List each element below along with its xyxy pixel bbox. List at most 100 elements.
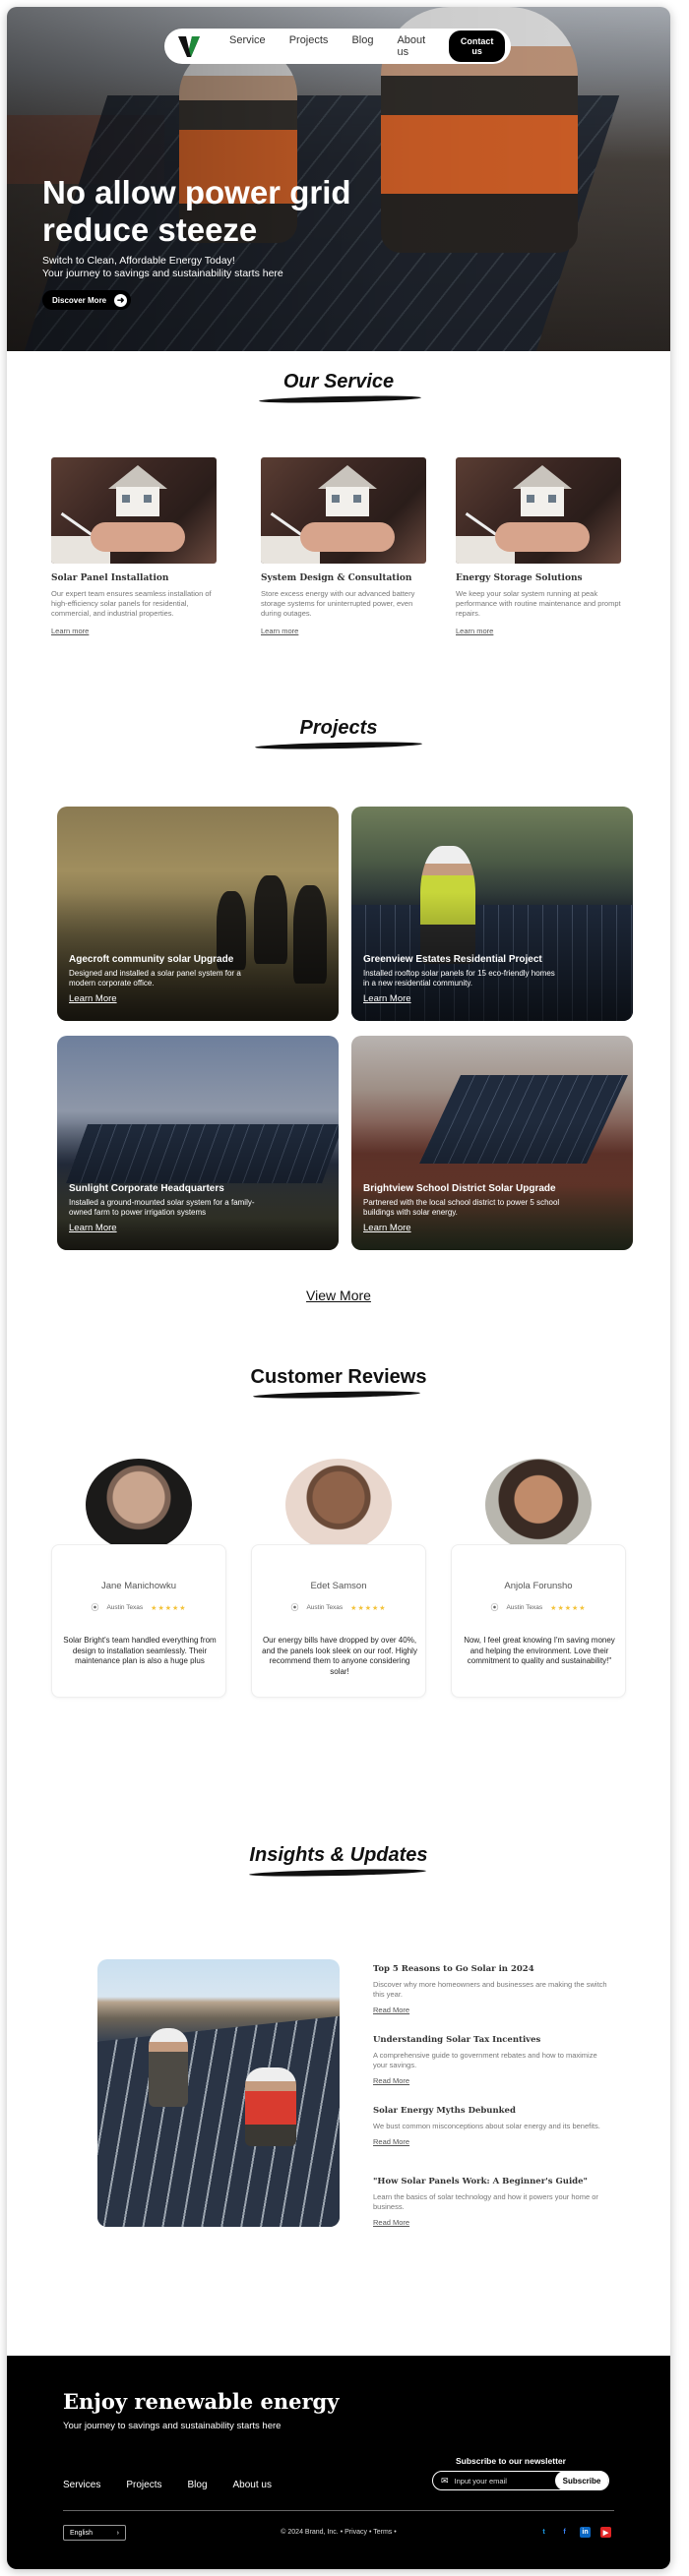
footer-link-projects[interactable]: Projects	[126, 2480, 161, 2490]
page: Service Projects Blog About us Contact u…	[0, 0, 689, 2576]
article-title: Solar Energy Myths Debunked	[373, 2106, 516, 2116]
article-item: Top 5 Reasons to Go Solar in 2024 Discov…	[373, 1964, 609, 2017]
facebook-icon[interactable]: f	[559, 2527, 570, 2538]
arrow-right-icon: ➜	[114, 293, 128, 307]
reviewer-avatar	[285, 1459, 392, 1551]
nav-link-about[interactable]: About us	[397, 34, 425, 58]
service-learn-more-link[interactable]: Learn more	[51, 627, 89, 635]
hero-title: No allow power grid reduce steeze	[42, 174, 351, 248]
reviewer-location: Austin Texas	[306, 1604, 344, 1611]
footer-link-blog[interactable]: Blog	[187, 2480, 207, 2490]
heading-underline	[248, 1868, 427, 1878]
project-learn-more-link[interactable]: Learn More	[69, 1223, 117, 1233]
project-learn-more-link[interactable]: Learn More	[363, 1223, 411, 1233]
project-image-overlay	[57, 807, 339, 1021]
article-read-more-link[interactable]: Read More	[373, 2218, 409, 2227]
hero-subtitle: Switch to Clean, Affordable Energy Today…	[42, 255, 436, 280]
reviewer-avatar	[485, 1459, 592, 1551]
project-card[interactable]: Brightview School District Solar Upgrade…	[351, 1036, 633, 1250]
service-image	[261, 457, 426, 564]
project-title: Greenview Estates Residential Project	[363, 954, 542, 965]
footer-link-about[interactable]: About us	[233, 2480, 272, 2490]
review-text: Our energy bills have dropped by over 40…	[262, 1636, 417, 1676]
location-pin-icon: ⦿	[490, 1603, 499, 1612]
article-summary: We bust common misconceptions about sola…	[373, 2122, 600, 2130]
footer-title: Enjoy renewable energy	[63, 2389, 340, 2414]
discover-more-button[interactable]: Discover More ➜	[42, 290, 132, 310]
subscribe-button[interactable]: Subscribe	[555, 2471, 608, 2490]
review-text: Solar Bright's team handled everything f…	[63, 1636, 217, 1665]
project-learn-more-link[interactable]: Learn More	[363, 993, 411, 1004]
heading-underline	[258, 394, 422, 404]
service-title: Solar Panel Installation	[51, 573, 169, 583]
newsletter-label: Subscribe to our newsletter	[456, 2456, 566, 2466]
nav-link-projects[interactable]: Projects	[289, 34, 329, 58]
services-heading: Our Service	[282, 371, 395, 392]
contact-us-button[interactable]: Contact us	[449, 30, 505, 62]
footer-link-services[interactable]: Services	[63, 2480, 100, 2490]
article-title: Top 5 Reasons to Go Solar in 2024	[373, 1964, 534, 1974]
project-title: Sunlight Corporate Headquarters	[69, 1183, 224, 1194]
review-card: Anjola Forunsho ⦿ Austin Texas ★★★★★ Now…	[451, 1544, 626, 1698]
service-description: Store excess energy with our advanced ba…	[261, 589, 415, 618]
heading-underline	[254, 741, 423, 750]
footer-divider	[63, 2510, 614, 2511]
service-card: Solar Panel Installation Our expert team…	[51, 457, 217, 638]
review-card: Edet Samson ⦿ Austin Texas ★★★★★ Our ene…	[251, 1544, 426, 1698]
review-text: Now, I feel great knowing I'm saving mon…	[464, 1636, 615, 1665]
article-read-more-link[interactable]: Read More	[373, 2006, 409, 2014]
view-more-link[interactable]: View More	[7, 1288, 670, 1303]
service-learn-more-link[interactable]: Learn more	[456, 627, 493, 635]
article-summary: Discover why more homeowners and busines…	[373, 1980, 607, 1999]
hero-subtitle-line: Switch to Clean, Affordable Energy Today…	[42, 255, 235, 267]
article-item: Understanding Solar Tax Incentives A com…	[373, 2035, 609, 2088]
project-description: Partnered with the local school district…	[363, 1198, 560, 1217]
top-navbar: Service Projects Blog About us Contact u…	[164, 29, 511, 64]
discover-more-label: Discover More	[52, 295, 107, 305]
service-image	[51, 457, 217, 564]
project-title: Agecroft community solar Upgrade	[69, 954, 234, 965]
insights-image	[97, 1959, 340, 2227]
article-read-more-link[interactable]: Read More	[373, 2137, 409, 2146]
star-rating: ★★★★★	[151, 1604, 187, 1612]
service-title: Energy Storage Solutions	[456, 573, 583, 583]
service-learn-more-link[interactable]: Learn more	[261, 627, 298, 635]
reviewer-location: Austin Texas	[106, 1604, 144, 1611]
nav-links: Service Projects Blog About us	[229, 34, 449, 58]
project-description: Installed rooftop solar panels for 15 ec…	[363, 969, 555, 988]
brand-logo[interactable]	[176, 33, 202, 59]
newsletter-form: ✉ Subscribe	[432, 2471, 609, 2490]
linkedin-icon[interactable]: in	[580, 2527, 591, 2538]
projects-heading: Projects	[299, 717, 378, 739]
article-read-more-link[interactable]: Read More	[373, 2076, 409, 2085]
reviewer-name: Edet Samson	[310, 1581, 367, 1591]
service-description: Our expert team ensures seamless install…	[51, 589, 212, 618]
hero-section: Service Projects Blog About us Contact u…	[7, 7, 670, 351]
reviewer-name: Jane Manichowku	[100, 1581, 177, 1591]
project-learn-more-link[interactable]: Learn More	[69, 993, 117, 1004]
location-pin-icon: ⦿	[290, 1603, 299, 1612]
twitter-icon[interactable]: t	[538, 2527, 549, 2538]
service-description: We keep your solar system running at pea…	[456, 589, 621, 618]
project-card[interactable]: Sunlight Corporate Headquarters Installe…	[57, 1036, 339, 1250]
project-image-overlay	[351, 1036, 633, 1250]
project-card[interactable]: Greenview Estates Residential Project In…	[351, 807, 633, 1021]
footer: Enjoy renewable energy Your journey to s…	[7, 2356, 670, 2569]
heading-underline	[252, 1390, 421, 1400]
nav-link-blog[interactable]: Blog	[351, 34, 373, 58]
project-card[interactable]: Agecroft community solar Upgrade Designe…	[57, 807, 339, 1021]
star-rating: ★★★★★	[550, 1604, 587, 1612]
nav-link-service[interactable]: Service	[229, 34, 266, 58]
article-item: "How Solar Panels Work: A Beginner's Gui…	[373, 2177, 609, 2230]
review-meta: ⦿ Austin Texas ★★★★★	[252, 1602, 425, 1613]
hero-subtitle-line: Your journey to savings and sustainabili…	[42, 268, 283, 279]
article-summary: Learn the basics of solar technology and…	[373, 2192, 598, 2211]
project-description: Installed a ground-mounted solar system …	[69, 1198, 255, 1217]
reviewer-avatar	[86, 1459, 192, 1551]
service-card: Energy Storage Solutions We keep your so…	[456, 457, 621, 638]
footer-links: Services Projects Blog About us	[63, 2480, 272, 2490]
service-image	[456, 457, 621, 564]
youtube-icon[interactable]: ▶	[600, 2527, 611, 2538]
newsletter-email-input[interactable]	[454, 2476, 553, 2486]
article-summary: A comprehensive guide to government reba…	[373, 2051, 597, 2069]
